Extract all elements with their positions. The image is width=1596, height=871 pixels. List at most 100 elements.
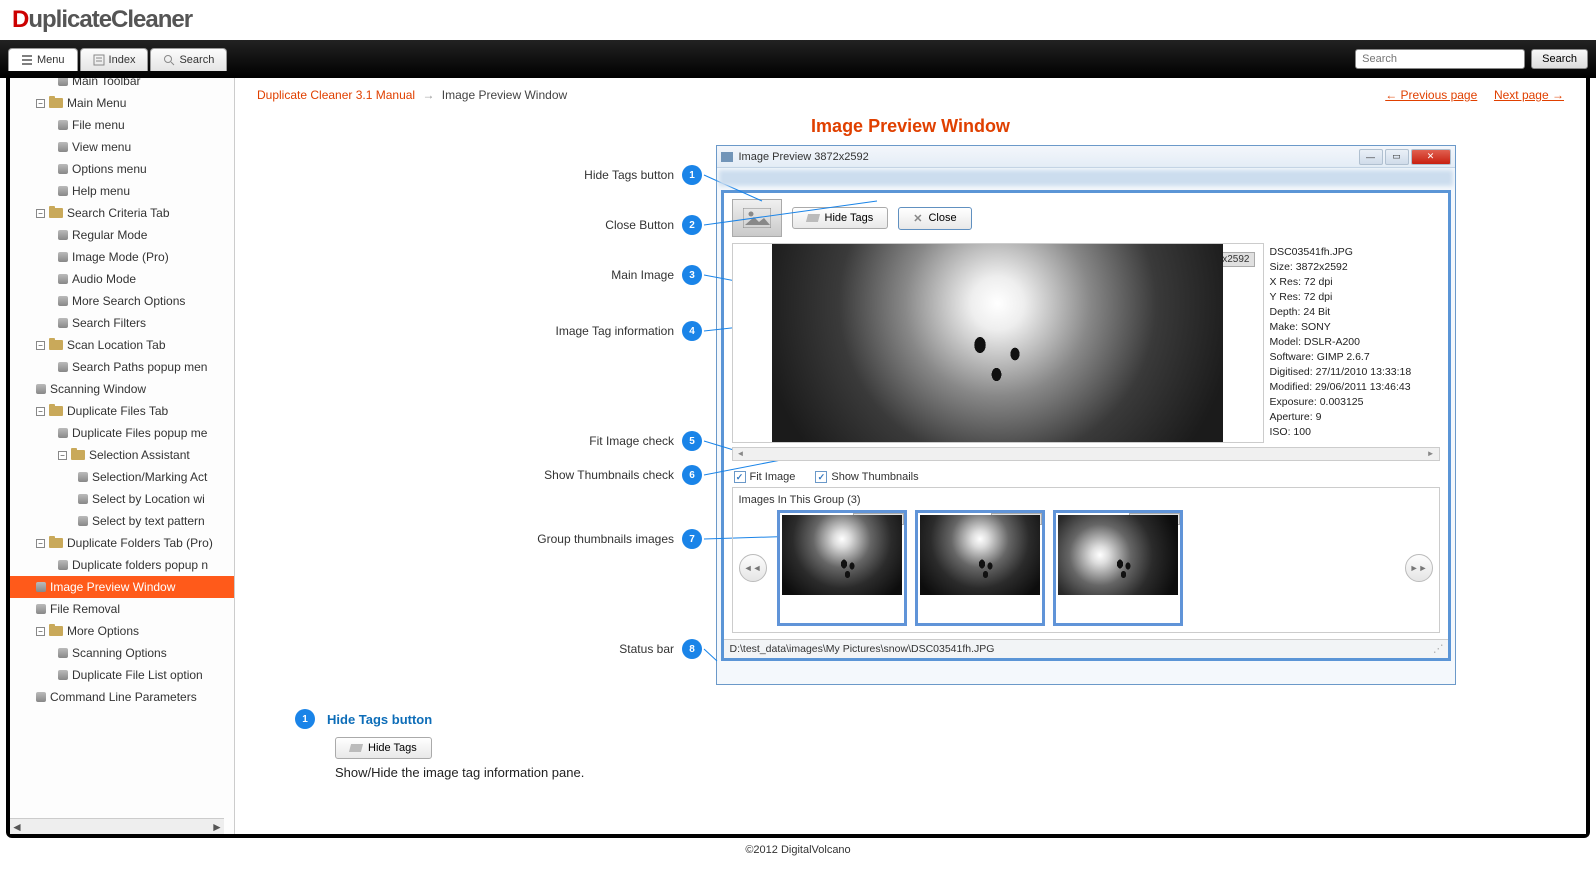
callout: Status bar8 — [619, 639, 702, 659]
page-icon — [58, 318, 68, 328]
folder-icon — [71, 450, 85, 460]
fit-image-checkbox[interactable]: ✓Fit Image — [734, 471, 796, 483]
page-icon — [36, 582, 46, 592]
sidebar-item[interactable]: Command Line Parameters — [10, 686, 234, 708]
detail-title: Hide Tags button — [327, 712, 432, 727]
metadata-line: ISO: 100 — [1270, 425, 1440, 440]
thumbnail[interactable]: 3872x2592 — [915, 510, 1045, 626]
sidebar-item[interactable]: Duplicate folders popup n — [10, 554, 234, 576]
image-icon — [732, 199, 782, 237]
breadcrumb-sep: → — [422, 88, 434, 102]
group-thumbnails-box: Images In This Group (3) ◄◄ 3872x2592387… — [732, 487, 1440, 633]
tab-menu[interactable]: Menu — [8, 48, 78, 71]
sidebar-item[interactable]: More Search Options — [10, 290, 234, 312]
sidebar-item[interactable]: Image Preview Window — [10, 576, 234, 598]
sidebar-item[interactable]: Duplicate Files popup me — [10, 422, 234, 444]
page-title: Image Preview Window — [257, 116, 1564, 137]
image-hscroll[interactable] — [732, 447, 1440, 461]
sidebar-item[interactable]: −Selection Assistant — [10, 444, 234, 466]
sidebar-item[interactable]: Scanning Options — [10, 642, 234, 664]
breadcrumb-root[interactable]: Duplicate Cleaner 3.1 Manual — [257, 88, 415, 102]
main-frame: Main Toolbar−Main MenuFile menuView menu… — [6, 78, 1590, 838]
sidebar-item[interactable]: Options menu — [10, 158, 234, 180]
search-area: Search — [1355, 49, 1588, 69]
sidebar-item[interactable]: Scanning Window — [10, 378, 234, 400]
sidebar-item[interactable]: Help menu — [10, 180, 234, 202]
detail-section: 1 Hide Tags button Hide Tags Show/Hide t… — [257, 709, 1564, 780]
page-icon — [58, 78, 68, 86]
sidebar-item[interactable]: Search Paths popup men — [10, 356, 234, 378]
window-close-button[interactable]: ✕ — [1411, 149, 1451, 165]
thumbs-prev-button[interactable]: ◄◄ — [739, 554, 767, 582]
metadata-line: Aperture: 9 — [1270, 410, 1440, 425]
sidebar-item[interactable]: Duplicate File List option — [10, 664, 234, 686]
preview-window: Image Preview 3872x2592 — ▭ ✕ — [716, 145, 1456, 685]
folder-icon — [49, 626, 63, 636]
sidebar-item[interactable]: Image Mode (Pro) — [10, 246, 234, 268]
window-title: Image Preview 3872x2592 — [739, 151, 869, 163]
logo-rest: uplicateCleaner — [28, 6, 192, 33]
sidebar-item[interactable]: Select by text pattern — [10, 510, 234, 532]
page-icon — [58, 186, 68, 196]
tab-strip: MenuIndexSearch — [8, 48, 227, 71]
callout: Close Button2 — [605, 215, 702, 235]
window-icon — [721, 152, 733, 162]
page-icon — [58, 428, 68, 438]
metadata-line: Digitised: 27/11/2010 13:33:18 — [1270, 365, 1440, 380]
folder-icon — [49, 208, 63, 218]
detail-badge: 1 — [295, 709, 315, 729]
sidebar-item[interactable]: File menu — [10, 114, 234, 136]
diagram: Hide Tags button1Close Button2Main Image… — [257, 145, 1564, 685]
prev-page-link[interactable]: ← Previous page — [1385, 88, 1477, 102]
sidebar-item[interactable]: −Search Criteria Tab — [10, 202, 234, 224]
breadcrumb-row: Duplicate Cleaner 3.1 Manual → Image Pre… — [257, 88, 1564, 102]
folder-icon — [49, 340, 63, 350]
maximize-button[interactable]: ▭ — [1385, 149, 1409, 165]
sidebar-item[interactable]: File Removal — [10, 598, 234, 620]
sample-hide-tags-button: Hide Tags — [335, 737, 432, 759]
search-button[interactable]: Search — [1531, 49, 1588, 69]
window-titlebar: Image Preview 3872x2592 — ▭ ✕ — [717, 146, 1455, 168]
callout: Hide Tags button1 — [584, 165, 702, 185]
close-button[interactable]: ✕ Close — [898, 207, 971, 230]
sidebar-item[interactable]: −Scan Location Tab — [10, 334, 234, 356]
thumbnail[interactable]: 2592x3872 — [1053, 510, 1183, 626]
top-bar: MenuIndexSearch Search — [0, 40, 1596, 78]
page-icon — [78, 494, 88, 504]
status-path: D:\test_data\images\My Pictures\snow\DSC… — [730, 643, 995, 655]
sidebar-item[interactable]: Audio Mode — [10, 268, 234, 290]
hscroll-right-icon[interactable]: ► — [210, 820, 224, 834]
tab-index[interactable]: Index — [80, 48, 149, 71]
sidebar-item[interactable]: −Duplicate Files Tab — [10, 400, 234, 422]
metadata-line: Software: GIMP 2.6.7 — [1270, 350, 1440, 365]
sidebar-item[interactable]: View menu — [10, 136, 234, 158]
image-metadata: DSC03541fh.JPGSize: 3872x2592X Res: 72 d… — [1270, 243, 1440, 443]
hscroll-left-icon[interactable]: ◄ — [10, 820, 24, 834]
logo-first: D — [12, 6, 28, 33]
metadata-line: Make: SONY — [1270, 320, 1440, 335]
minimize-button[interactable]: — — [1359, 149, 1383, 165]
sidebar-item[interactable]: Select by Location wi — [10, 488, 234, 510]
next-page-link[interactable]: Next page → — [1494, 88, 1564, 102]
sidebar-hscroll[interactable]: ◄ ► — [10, 818, 224, 834]
show-thumbnails-checkbox[interactable]: ✓Show Thumbnails — [815, 471, 918, 483]
sidebar-item[interactable]: Search Filters — [10, 312, 234, 334]
sidebar-item[interactable]: −More Options — [10, 620, 234, 642]
page-icon — [78, 516, 88, 526]
resize-grip-icon[interactable]: ⋰ — [1433, 643, 1442, 655]
sidebar-item[interactable]: Selection/Marking Act — [10, 466, 234, 488]
main-image[interactable] — [772, 244, 1223, 442]
callout: Show Thumbnails check6 — [544, 465, 702, 485]
thumbs-next-button[interactable]: ►► — [1405, 554, 1433, 582]
sidebar-item[interactable]: Regular Mode — [10, 224, 234, 246]
sidebar-item[interactable]: −Main Menu — [10, 92, 234, 114]
page-icon — [58, 230, 68, 240]
tab-search[interactable]: Search — [150, 48, 227, 71]
sidebar-item[interactable]: Main Toolbar — [10, 78, 234, 92]
main-image-box: 3872x2592 — [732, 243, 1264, 443]
thumbnail[interactable]: 3872x2592 — [777, 510, 907, 626]
folder-icon — [49, 406, 63, 416]
sidebar-item[interactable]: −Duplicate Folders Tab (Pro) — [10, 532, 234, 554]
hide-tags-button[interactable]: Hide Tags — [792, 207, 889, 229]
search-input[interactable] — [1355, 49, 1525, 69]
